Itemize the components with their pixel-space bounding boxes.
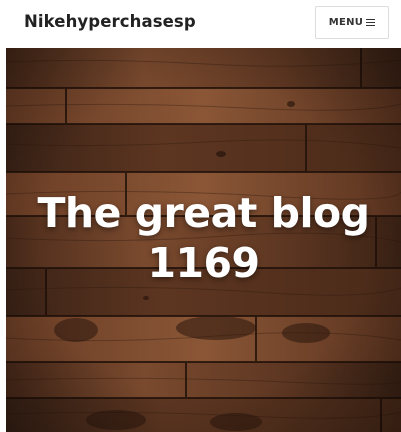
- menu-button-label: MENU: [328, 17, 364, 28]
- menu-button[interactable]: MENU: [315, 6, 389, 39]
- hero-title[interactable]: The great blog 1169: [6, 188, 401, 288]
- site-title[interactable]: Nikehyperchasesp: [24, 12, 196, 31]
- site-header: Nikehyperchasesp MENU: [0, 0, 401, 48]
- hamburger-icon: [366, 18, 376, 27]
- hero-banner: The great blog 1169: [6, 48, 401, 432]
